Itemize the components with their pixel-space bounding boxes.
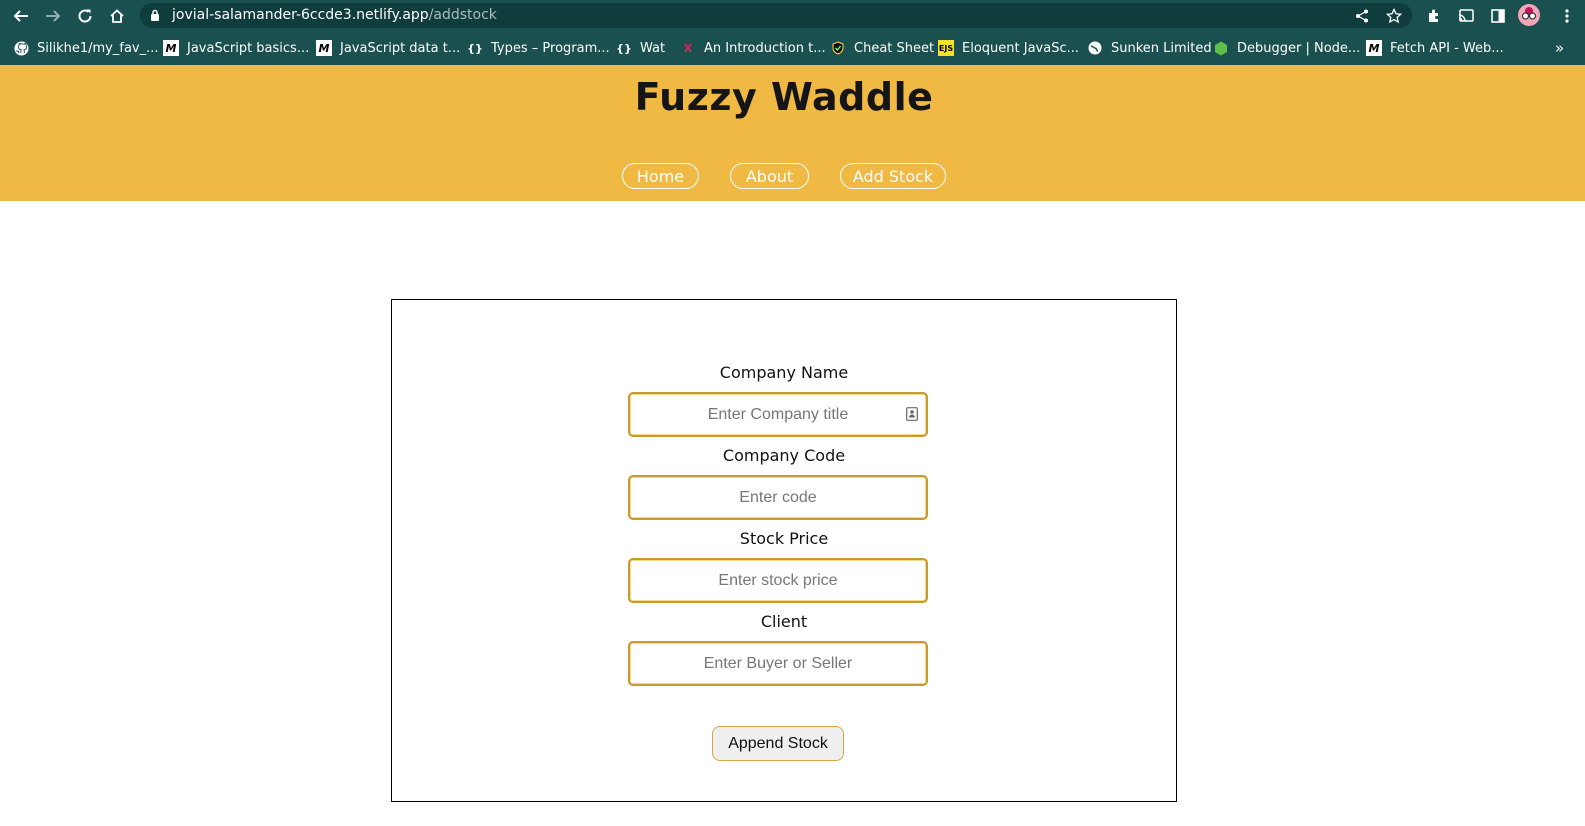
profile-avatar[interactable]: [1518, 4, 1540, 26]
nav-home-link[interactable]: Home: [622, 163, 699, 189]
node-hexagon-icon: [1213, 40, 1229, 56]
bookmarks-overflow-button[interactable]: »: [1555, 39, 1564, 57]
mdn-icon: M: [1366, 40, 1382, 56]
reload-button[interactable]: [72, 3, 98, 29]
contact-autofill-icon[interactable]: [906, 407, 918, 421]
share-button[interactable]: [1353, 7, 1371, 25]
stock-price-input[interactable]: [628, 558, 928, 603]
lock-icon: [151, 9, 159, 21]
star-icon: [1386, 8, 1402, 24]
bookmark-star-button[interactable]: [1385, 7, 1403, 25]
bookmarks-bar: Silikhe1/my_fav_... M JavaScript basics.…: [0, 31, 1585, 65]
back-button[interactable]: [8, 3, 34, 29]
site-title: Fuzzy Waddle: [634, 75, 934, 119]
github-icon: [13, 40, 29, 56]
nav-about-link[interactable]: About: [730, 163, 809, 189]
client-label: Client: [760, 612, 808, 631]
bookmark-label: Fetch API - Web...: [1390, 40, 1504, 56]
append-stock-button[interactable]: Append Stock: [712, 726, 844, 761]
home-button[interactable]: [104, 3, 130, 29]
company-code-input[interactable]: [628, 475, 928, 520]
browser-toolbar: jovial-salamander-6ccde3.netlify.app/add…: [0, 0, 1585, 31]
client-input[interactable]: [628, 641, 928, 686]
arrow-right-icon: [46, 10, 61, 22]
puzzle-icon: [1429, 9, 1438, 22]
company-name-input[interactable]: [628, 392, 928, 437]
add-stock-form: Company Name Company Code Stock Price Cl…: [391, 299, 1177, 802]
share-icon: [1356, 9, 1368, 23]
extensions-button[interactable]: [1423, 5, 1445, 27]
bookmark-label: JavaScript basics...: [187, 40, 310, 56]
mdn-icon: M: [316, 40, 332, 56]
bookmark-label: Silikhe1/my_fav_...: [37, 40, 159, 56]
x-logo-icon: X: [683, 41, 693, 55]
stock-price-label: Stock Price: [739, 529, 829, 548]
bookmark-label: Types – Program...: [491, 40, 610, 56]
bookmark-label: Debugger | Node...: [1237, 40, 1361, 56]
bookmark-item[interactable]: M JavaScript data t...: [316, 39, 460, 57]
cast-button[interactable]: [1455, 5, 1477, 27]
bookmark-item[interactable]: {} Wat: [616, 39, 665, 57]
bookmark-item[interactable]: EJS Eloquent JavaSc...: [938, 39, 1079, 57]
bookmark-label: An Introduction t...: [704, 40, 826, 56]
reload-icon: [78, 9, 92, 23]
shield-check-icon: [830, 40, 846, 56]
bookmark-item[interactable]: Sunken Limited: [1087, 39, 1212, 57]
bookmark-label: Cheat Sheet: [854, 40, 935, 56]
avatar-glasses-icon: [1521, 7, 1537, 20]
bookmark-label: Sunken Limited: [1111, 40, 1212, 56]
globe-icon: [1087, 40, 1103, 56]
arrow-left-icon: [13, 10, 28, 22]
cast-icon: [1458, 9, 1474, 22]
side-panel-button[interactable]: [1487, 5, 1509, 27]
bookmark-label: Eloquent JavaSc...: [962, 40, 1079, 56]
braces-icon: {}: [616, 41, 632, 55]
browser-menu-button[interactable]: [1556, 5, 1578, 27]
kebab-menu-icon: [1565, 9, 1569, 23]
site-header: Fuzzy Waddle Home About Add Stock: [0, 65, 1585, 201]
nav-add-stock-link[interactable]: Add Stock: [840, 163, 946, 189]
braces-icon: {}: [467, 41, 483, 55]
home-icon: [110, 9, 124, 23]
url-host: jovial-salamander-6ccde3.netlify.app: [172, 7, 429, 23]
company-code-label: Company Code: [722, 446, 846, 465]
forward-button[interactable]: [40, 3, 66, 29]
bookmark-item[interactable]: Silikhe1/my_fav_...: [13, 39, 159, 57]
bookmark-item[interactable]: M Fetch API - Web...: [1366, 39, 1504, 57]
bookmark-item[interactable]: X An Introduction t...: [680, 39, 826, 57]
bookmark-item[interactable]: M JavaScript basics...: [163, 39, 309, 57]
url-path: /addstock: [428, 7, 497, 23]
side-panel-icon: [1491, 9, 1505, 23]
bookmark-item[interactable]: {} Types – Program...: [467, 39, 610, 57]
ejs-logo-icon: EJS: [938, 40, 954, 56]
mdn-icon: M: [163, 40, 179, 56]
address-bar[interactable]: jovial-salamander-6ccde3.netlify.app/add…: [140, 3, 1412, 28]
bookmark-label: JavaScript data t...: [340, 40, 461, 56]
company-name-label: Company Name: [719, 363, 849, 382]
bookmark-label: Wat: [640, 40, 666, 56]
bookmark-item[interactable]: Debugger | Node...: [1213, 39, 1360, 57]
url-text: jovial-salamander-6ccde3.netlify.app/add…: [172, 7, 497, 23]
bookmark-item[interactable]: Cheat Sheet: [830, 39, 934, 57]
